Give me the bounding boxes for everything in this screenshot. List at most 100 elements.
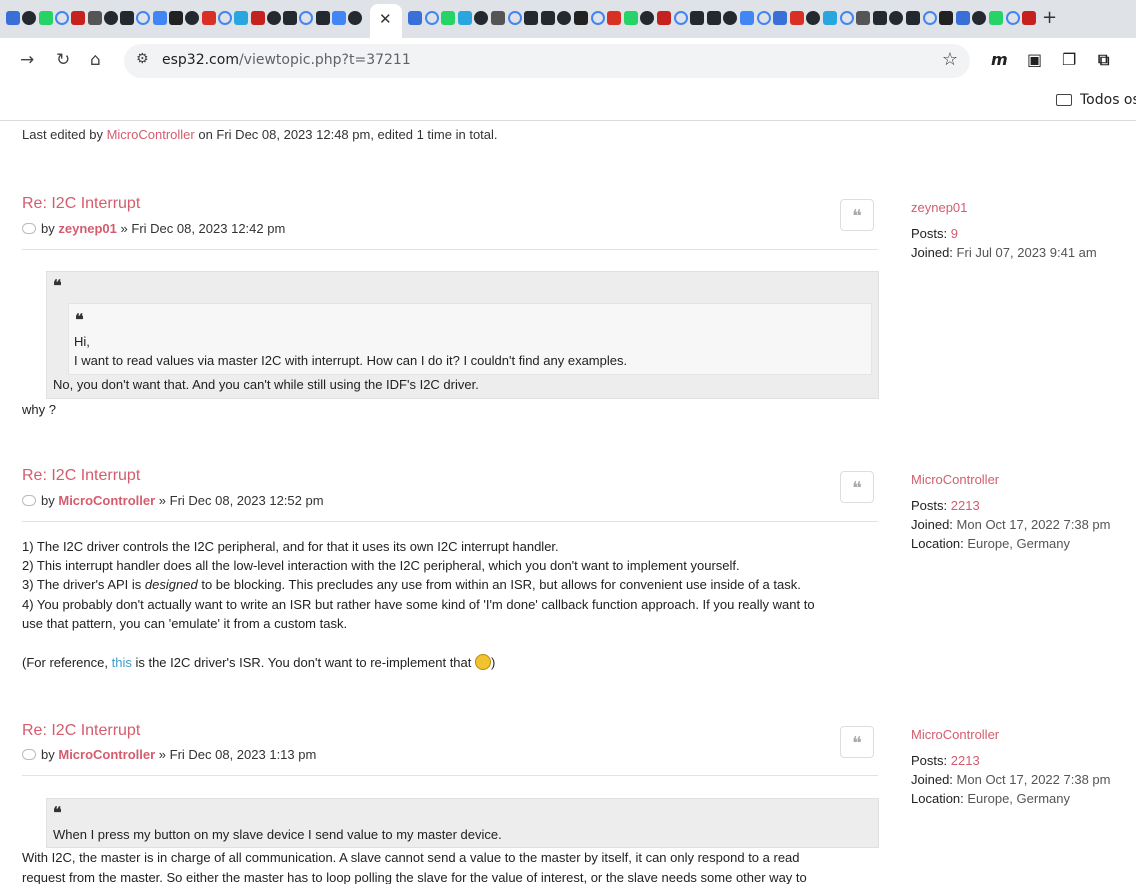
tab-favicon-icon[interactable] <box>201 11 216 25</box>
tab-favicon-icon[interactable] <box>889 11 904 25</box>
tab-favicon-icon[interactable] <box>424 11 439 25</box>
quote-button[interactable]: ❝ <box>840 726 874 758</box>
tab-favicon-icon[interactable] <box>441 11 456 25</box>
home-icon[interactable]: ⌂ <box>90 50 101 70</box>
profile-joined: Joined: Fri Jul 07, 2023 9:41 am <box>911 245 1097 260</box>
star-icon[interactable]: ☆ <box>942 49 958 70</box>
post-body-line: use that pattern, you can 'emulate' it f… <box>22 616 348 631</box>
tab-favicon-icon[interactable] <box>6 11 20 25</box>
post-author-link[interactable]: MicroController <box>58 747 155 762</box>
tab-favicon-icon[interactable] <box>315 11 330 25</box>
post-title[interactable]: Re: I2C Interrupt <box>22 195 140 213</box>
tab-favicon-icon[interactable] <box>169 11 183 25</box>
tab-favicon-icon[interactable] <box>540 11 555 25</box>
bookmark-folder[interactable]: Todos os <box>1056 92 1136 108</box>
tab-favicon-icon[interactable] <box>348 11 363 25</box>
post-author-link[interactable]: MicroController <box>58 493 155 508</box>
tab-favicon-icon[interactable] <box>120 11 135 25</box>
tab-favicon-icon[interactable] <box>623 11 638 25</box>
tab-favicon-icon[interactable] <box>972 11 987 25</box>
post-body-line: request from the master. So either the m… <box>22 870 807 884</box>
tab-favicon-icon[interactable] <box>955 11 970 25</box>
tab-favicon-icon[interactable] <box>408 11 422 25</box>
tab-favicon-icon[interactable] <box>756 11 771 25</box>
extension-square-icon[interactable]: ▣ <box>1027 50 1042 69</box>
edit-note-author-link[interactable]: MicroController <box>107 127 195 142</box>
tab-favicon-icon[interactable] <box>185 11 200 25</box>
tab-favicon-icon[interactable] <box>54 11 69 25</box>
profile-posts-count[interactable]: 9 <box>951 226 958 241</box>
profile-username[interactable]: zeynep01 <box>911 200 967 215</box>
tab-favicon-icon[interactable] <box>839 11 854 25</box>
tab-favicon-icon[interactable] <box>474 11 489 25</box>
reload-icon[interactable]: ↻ <box>56 50 70 70</box>
tab-favicon-icon[interactable] <box>457 11 472 25</box>
tab-favicon-icon[interactable] <box>856 11 871 25</box>
post-title[interactable]: Re: I2C Interrupt <box>22 467 140 485</box>
profile-posts-count[interactable]: 2213 <box>951 498 980 513</box>
tab-favicon-icon[interactable] <box>507 11 522 25</box>
tab-favicon-icon[interactable] <box>723 11 738 25</box>
tab-favicon-icon[interactable] <box>152 11 167 25</box>
tab-favicon-icon[interactable] <box>740 11 754 25</box>
tab-favicon-icon[interactable] <box>332 11 346 25</box>
extension-doc-icon[interactable]: ❐ <box>1062 50 1076 69</box>
profile-joined-label: Joined: <box>911 772 953 787</box>
new-tab-button[interactable]: + <box>1042 7 1057 28</box>
close-tab-icon[interactable]: ✕ <box>379 10 392 28</box>
tab-favicon-icon[interactable] <box>939 11 954 25</box>
extensions-puzzle-icon[interactable]: ⧉ <box>1098 50 1109 70</box>
tab-favicon-icon[interactable] <box>1005 11 1020 25</box>
tab-favicon-icon[interactable] <box>87 11 102 25</box>
tab-favicon-icon[interactable] <box>217 11 232 25</box>
profile-username[interactable]: MicroController <box>911 472 999 487</box>
tab-favicon-icon[interactable] <box>574 11 588 25</box>
quote-icon: ❝ <box>53 276 62 295</box>
tab-favicon-icon[interactable] <box>103 11 118 25</box>
tab-favicon-icon[interactable] <box>789 11 804 25</box>
tab-favicon-icon[interactable] <box>872 11 887 25</box>
tab-favicon-icon[interactable] <box>823 11 837 25</box>
tab-favicon-icon[interactable] <box>906 11 920 25</box>
tab-favicon-icon[interactable] <box>657 11 671 25</box>
url-text[interactable]: esp32.com/viewtopic.php?t=37211 <box>162 52 411 68</box>
site-settings-icon[interactable]: ⚙ <box>136 51 149 67</box>
tab-favicon-icon[interactable] <box>71 11 86 25</box>
active-tab[interactable]: ✕ <box>370 4 402 38</box>
tab-favicon-icon[interactable] <box>136 11 151 25</box>
tab-favicon-icon[interactable] <box>299 11 314 25</box>
profile-username[interactable]: MicroController <box>911 727 999 742</box>
tab-favicon-icon[interactable] <box>607 11 622 25</box>
tab-favicon-icon[interactable] <box>640 11 655 25</box>
tab-favicon-icon[interactable] <box>38 11 53 25</box>
tab-favicon-icon[interactable] <box>989 11 1003 25</box>
post-date: » Fri Dec 08, 2023 12:52 pm <box>158 493 324 508</box>
post-body-line: With I2C, the master is in charge of all… <box>22 850 800 865</box>
profile-posts-count[interactable]: 2213 <box>951 753 980 768</box>
tab-favicon-icon[interactable] <box>491 11 505 25</box>
quote-button[interactable]: ❝ <box>840 199 874 231</box>
post-author-link[interactable]: zeynep01 <box>58 221 117 236</box>
tab-favicon-icon[interactable] <box>22 11 37 25</box>
tab-favicon-icon[interactable] <box>590 11 605 25</box>
tab-favicon-icon[interactable] <box>250 11 265 25</box>
tab-favicon-icon[interactable] <box>557 11 572 25</box>
tab-favicon-icon[interactable] <box>234 11 249 25</box>
tab-favicon-icon[interactable] <box>806 11 821 25</box>
quote-button[interactable]: ❝ <box>840 471 874 503</box>
reference-link[interactable]: this <box>112 655 132 670</box>
tab-favicon-icon[interactable] <box>673 11 688 25</box>
tab-favicon-icon[interactable] <box>922 11 937 25</box>
extension-m-icon[interactable]: m <box>991 50 1008 69</box>
tab-favicon-icon[interactable] <box>524 11 539 25</box>
tab-favicon-icon[interactable] <box>266 11 281 25</box>
tab-favicon-icon[interactable] <box>283 11 298 25</box>
tab-favicon-icon[interactable] <box>706 11 721 25</box>
tab-favicon-icon[interactable] <box>773 11 788 25</box>
tab-favicon-icon[interactable] <box>690 11 705 25</box>
post-title[interactable]: Re: I2C Interrupt <box>22 722 140 740</box>
address-bar[interactable]: ⚙ esp32.com/viewtopic.php?t=37211 ☆ <box>124 44 970 78</box>
tab-favicon-icon[interactable] <box>1022 11 1037 25</box>
post-meta: by zeynep01 » Fri Dec 08, 2023 12:42 pm <box>22 221 285 236</box>
forward-arrow-icon[interactable]: → <box>20 50 34 70</box>
